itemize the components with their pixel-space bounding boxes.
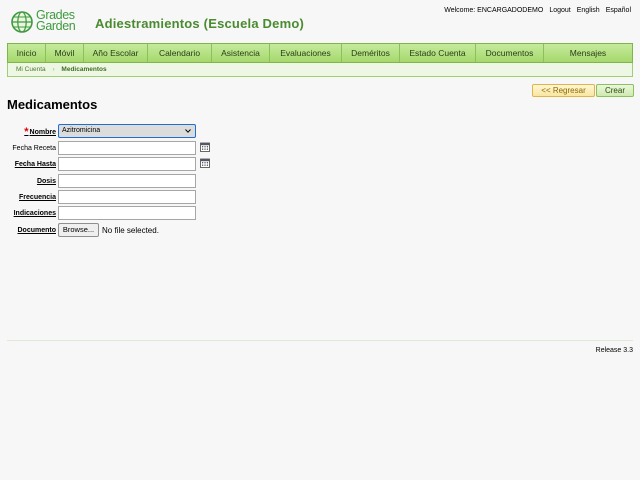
- breadcrumb-mi-cuenta[interactable]: Mi Cuenta: [16, 66, 46, 73]
- frecuencia-row: Frecuencia: [0, 190, 640, 205]
- user-bar: Welcome: ENCARGADODEMO Logout English Es…: [444, 7, 631, 14]
- school-title: Adiestramientos (Escuela Demo): [95, 16, 305, 31]
- calendar-icon[interactable]: [200, 158, 210, 168]
- indicaciones-input[interactable]: [58, 206, 196, 220]
- fecha-hasta-label: Fecha Hasta: [14, 161, 56, 168]
- nombre-row: *Nombre Azitromicina: [0, 124, 640, 139]
- nav-item-inicio[interactable]: Inicio: [8, 44, 46, 62]
- frecuencia-label: Frecuencia: [19, 194, 56, 201]
- header: Grades Garden Adiestramientos (Escuela D…: [0, 0, 640, 40]
- espanol-link[interactable]: Español: [606, 7, 631, 14]
- create-button[interactable]: Crear: [596, 84, 634, 97]
- fecha-receta-label: Fecha Receta: [12, 145, 56, 152]
- nav-item-asistencia[interactable]: Asistencia: [212, 44, 270, 62]
- nav-item-demeritos[interactable]: Deméritos: [342, 44, 400, 62]
- back-button[interactable]: << Regresar: [532, 84, 595, 97]
- page-title: Medicamentos: [7, 97, 98, 112]
- breadcrumb-separator: ›: [52, 66, 55, 73]
- nav-item-ano-escolar[interactable]: Año Escolar: [84, 44, 148, 62]
- footer-divider: [7, 340, 633, 341]
- english-link[interactable]: English: [577, 7, 600, 14]
- file-status: No file selected.: [102, 226, 159, 235]
- logo[interactable]: Grades Garden: [11, 9, 81, 34]
- dosis-label: Dosis: [36, 178, 56, 185]
- fecha-hasta-row: Fecha Hasta: [0, 157, 640, 172]
- nombre-select[interactable]: Azitromicina: [58, 124, 196, 138]
- frecuencia-input[interactable]: [58, 190, 196, 204]
- indicaciones-row: Indicaciones: [0, 206, 640, 221]
- breadcrumb-current: Medicamentos: [61, 66, 107, 73]
- nombre-selected-value: Azitromicina: [62, 127, 101, 134]
- release-label: Release 3.3: [595, 347, 633, 354]
- chevron-down-icon: [185, 129, 191, 133]
- dosis-input[interactable]: [58, 174, 196, 188]
- nav-item-calendario[interactable]: Calendario: [148, 44, 212, 62]
- nombre-label-text: Nombre: [29, 129, 56, 136]
- logo-line-2: Garden: [36, 19, 76, 33]
- nombre-label: *Nombre: [24, 124, 56, 139]
- nav-item-evaluaciones[interactable]: Evaluaciones: [270, 44, 342, 62]
- nav-item-mensajes[interactable]: Mensajes: [544, 44, 632, 62]
- main-nav: Inicio Móvil Año Escolar Calendario Asis…: [7, 43, 633, 63]
- nav-item-estado-cuenta[interactable]: Estado Cuenta: [400, 44, 476, 62]
- globe-icon: [11, 11, 33, 33]
- documento-row: Documento Browse... No file selected.: [0, 223, 640, 238]
- indicaciones-label: Indicaciones: [13, 210, 56, 217]
- dosis-row: Dosis: [0, 174, 640, 189]
- logout-link[interactable]: Logout: [549, 7, 570, 14]
- breadcrumb: Mi Cuenta › Medicamentos: [7, 63, 633, 77]
- calendar-icon[interactable]: [200, 142, 210, 152]
- nav-item-movil[interactable]: Móvil: [46, 44, 84, 62]
- fecha-receta-row: Fecha Receta: [0, 141, 640, 156]
- welcome-text: Welcome: ENCARGADODEMO: [444, 7, 544, 14]
- fecha-hasta-input[interactable]: [58, 157, 196, 171]
- documento-label: Documento: [17, 227, 57, 234]
- browse-button[interactable]: Browse...: [58, 223, 99, 237]
- nav-item-documentos[interactable]: Documentos: [476, 44, 544, 62]
- required-mark: *: [24, 126, 29, 138]
- logo-text: Grades Garden: [36, 9, 76, 33]
- fecha-receta-input[interactable]: [58, 141, 196, 155]
